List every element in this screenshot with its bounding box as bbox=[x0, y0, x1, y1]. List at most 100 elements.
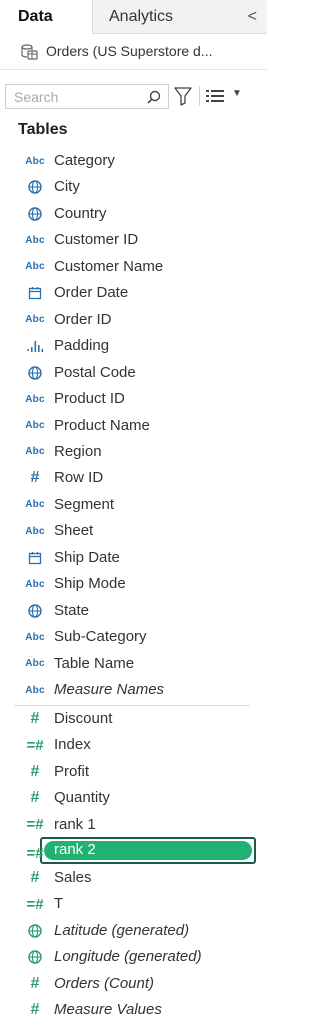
string-type-icon: Abc bbox=[25, 446, 45, 458]
field-name: Row ID bbox=[54, 469, 104, 487]
field-name: Category bbox=[54, 152, 115, 169]
string-type-icon: Abc bbox=[25, 234, 45, 246]
tab-data[interactable]: Data bbox=[0, 0, 92, 34]
field-name: rank 2 bbox=[54, 841, 96, 859]
view-list-icon[interactable] bbox=[206, 89, 224, 103]
field-name: Region bbox=[54, 442, 102, 460]
field-name: Segment bbox=[54, 495, 115, 513]
field-city[interactable]: City bbox=[12, 175, 254, 199]
field-product-id[interactable]: Abc Product ID bbox=[12, 387, 254, 411]
string-type-icon: Abc bbox=[25, 631, 45, 643]
field-name: Longitude (generated) bbox=[54, 948, 202, 966]
datasource-icon bbox=[21, 44, 38, 60]
field-index[interactable]: =# Index bbox=[12, 733, 254, 757]
filter-icon[interactable] bbox=[174, 86, 192, 106]
field-name: Customer Name bbox=[54, 257, 164, 275]
string-type-icon: Abc bbox=[25, 261, 45, 273]
view-dropdown-icon[interactable]: ▼ bbox=[232, 88, 242, 99]
field-product-name[interactable]: Abc Product Name bbox=[12, 414, 254, 438]
date-calendar-icon bbox=[20, 546, 50, 570]
field-row-id[interactable]: # Row ID bbox=[12, 466, 254, 490]
field-name: Product Name bbox=[54, 416, 150, 434]
field-table-name[interactable]: Abc Table Name bbox=[12, 652, 254, 676]
field-sheet[interactable]: Abc Sheet bbox=[12, 519, 254, 543]
field-profit[interactable]: # Profit bbox=[12, 760, 254, 784]
field-state[interactable]: State bbox=[12, 599, 254, 623]
field-customer-id[interactable]: Abc Customer ID bbox=[12, 228, 254, 252]
field-padding[interactable]: Padding bbox=[12, 334, 254, 358]
field-name: Latitude (generated) bbox=[54, 921, 190, 939]
bins-icon bbox=[20, 334, 50, 358]
field-name: Table Name bbox=[54, 654, 135, 672]
field-name: City bbox=[54, 178, 80, 196]
field-quantity[interactable]: # Quantity bbox=[12, 786, 254, 810]
number-type-icon: # bbox=[30, 469, 40, 487]
field-rank-2[interactable]: =# rank 2 bbox=[26, 837, 256, 865]
field-name: Profit bbox=[54, 762, 90, 780]
geo-globe-icon bbox=[20, 361, 50, 385]
date-calendar-icon bbox=[20, 281, 50, 305]
field-name: Index bbox=[54, 736, 91, 754]
geo-globe-icon bbox=[20, 175, 50, 199]
string-type-icon: Abc bbox=[25, 393, 45, 405]
field-segment[interactable]: Abc Segment bbox=[12, 493, 254, 517]
field-customer-name[interactable]: Abc Customer Name bbox=[12, 255, 254, 279]
number-type-icon: # bbox=[30, 974, 40, 992]
field-name: Postal Code bbox=[54, 363, 136, 381]
field-name: Sheet bbox=[54, 522, 94, 540]
field-name: Quantity bbox=[54, 789, 110, 807]
field-category[interactable]: Abc Category bbox=[12, 149, 254, 173]
string-type-icon: Abc bbox=[25, 499, 45, 511]
string-type-icon: Abc bbox=[25, 155, 45, 167]
string-type-icon: Abc bbox=[25, 525, 45, 537]
search-box bbox=[5, 84, 169, 109]
field-order-id[interactable]: Abc Order ID bbox=[12, 308, 254, 332]
field-t[interactable]: =# T bbox=[12, 892, 254, 916]
string-type-icon: Abc bbox=[25, 420, 45, 431]
field-country[interactable]: Country bbox=[12, 202, 254, 226]
field-orders-count[interactable]: # Orders (Count) bbox=[12, 972, 254, 996]
number-type-icon: # bbox=[30, 1000, 40, 1018]
field-name: Ship Date bbox=[54, 548, 120, 566]
collapse-pane-icon[interactable]: < bbox=[248, 0, 257, 33]
datasource-row[interactable]: Orders (US Superstore d... bbox=[0, 34, 267, 70]
field-name: Ship Mode bbox=[54, 575, 126, 593]
field-measure-names[interactable]: Abc Measure Names bbox=[12, 678, 254, 702]
field-name: Discount bbox=[54, 710, 113, 727]
field-sales[interactable]: # Sales bbox=[12, 866, 254, 890]
field-longitude-generated[interactable]: Longitude (generated) bbox=[12, 945, 254, 969]
calculated-number-icon: =# bbox=[26, 895, 44, 913]
field-name: T bbox=[54, 895, 64, 913]
string-type-icon: Abc bbox=[25, 658, 45, 670]
field-name: Country bbox=[54, 204, 107, 222]
field-name: Orders (Count) bbox=[54, 974, 155, 992]
field-name: Customer ID bbox=[54, 231, 139, 249]
field-region[interactable]: Abc Region bbox=[12, 440, 254, 464]
number-type-icon: # bbox=[30, 762, 40, 780]
tab-analytics[interactable]: Analytics bbox=[92, 0, 267, 34]
field-name: rank 1 bbox=[54, 815, 96, 833]
field-name: Sales bbox=[54, 868, 92, 886]
field-ship-date[interactable]: Ship Date bbox=[12, 546, 254, 570]
geo-globe-icon bbox=[20, 202, 50, 226]
field-postal-code[interactable]: Postal Code bbox=[12, 361, 254, 385]
search-icon[interactable] bbox=[146, 89, 162, 105]
number-type-icon: # bbox=[30, 868, 40, 886]
dimension-measure-divider bbox=[14, 705, 250, 706]
string-type-icon: Abc bbox=[25, 578, 45, 590]
field-rank-1[interactable]: =# rank 1 bbox=[12, 813, 254, 837]
field-latitude-generated[interactable]: Latitude (generated) bbox=[12, 919, 254, 943]
string-type-icon: Abc bbox=[25, 684, 45, 696]
search-input[interactable] bbox=[6, 85, 141, 108]
field-name: Order Date bbox=[54, 284, 129, 302]
field-sub-category[interactable]: Abc Sub-Category bbox=[12, 625, 254, 649]
field-order-date[interactable]: Order Date bbox=[12, 281, 254, 305]
field-measure-values[interactable]: # Measure Values bbox=[12, 998, 254, 1022]
tab-bar: Data Analytics < bbox=[0, 0, 267, 34]
field-discount[interactable]: # Discount bbox=[12, 707, 254, 731]
field-name: Measure Names bbox=[54, 681, 165, 698]
geo-globe-icon bbox=[20, 919, 50, 943]
calculated-number-icon: =# bbox=[26, 844, 44, 862]
field-ship-mode[interactable]: Abc Ship Mode bbox=[12, 572, 254, 596]
calculated-number-icon: =# bbox=[26, 816, 44, 834]
